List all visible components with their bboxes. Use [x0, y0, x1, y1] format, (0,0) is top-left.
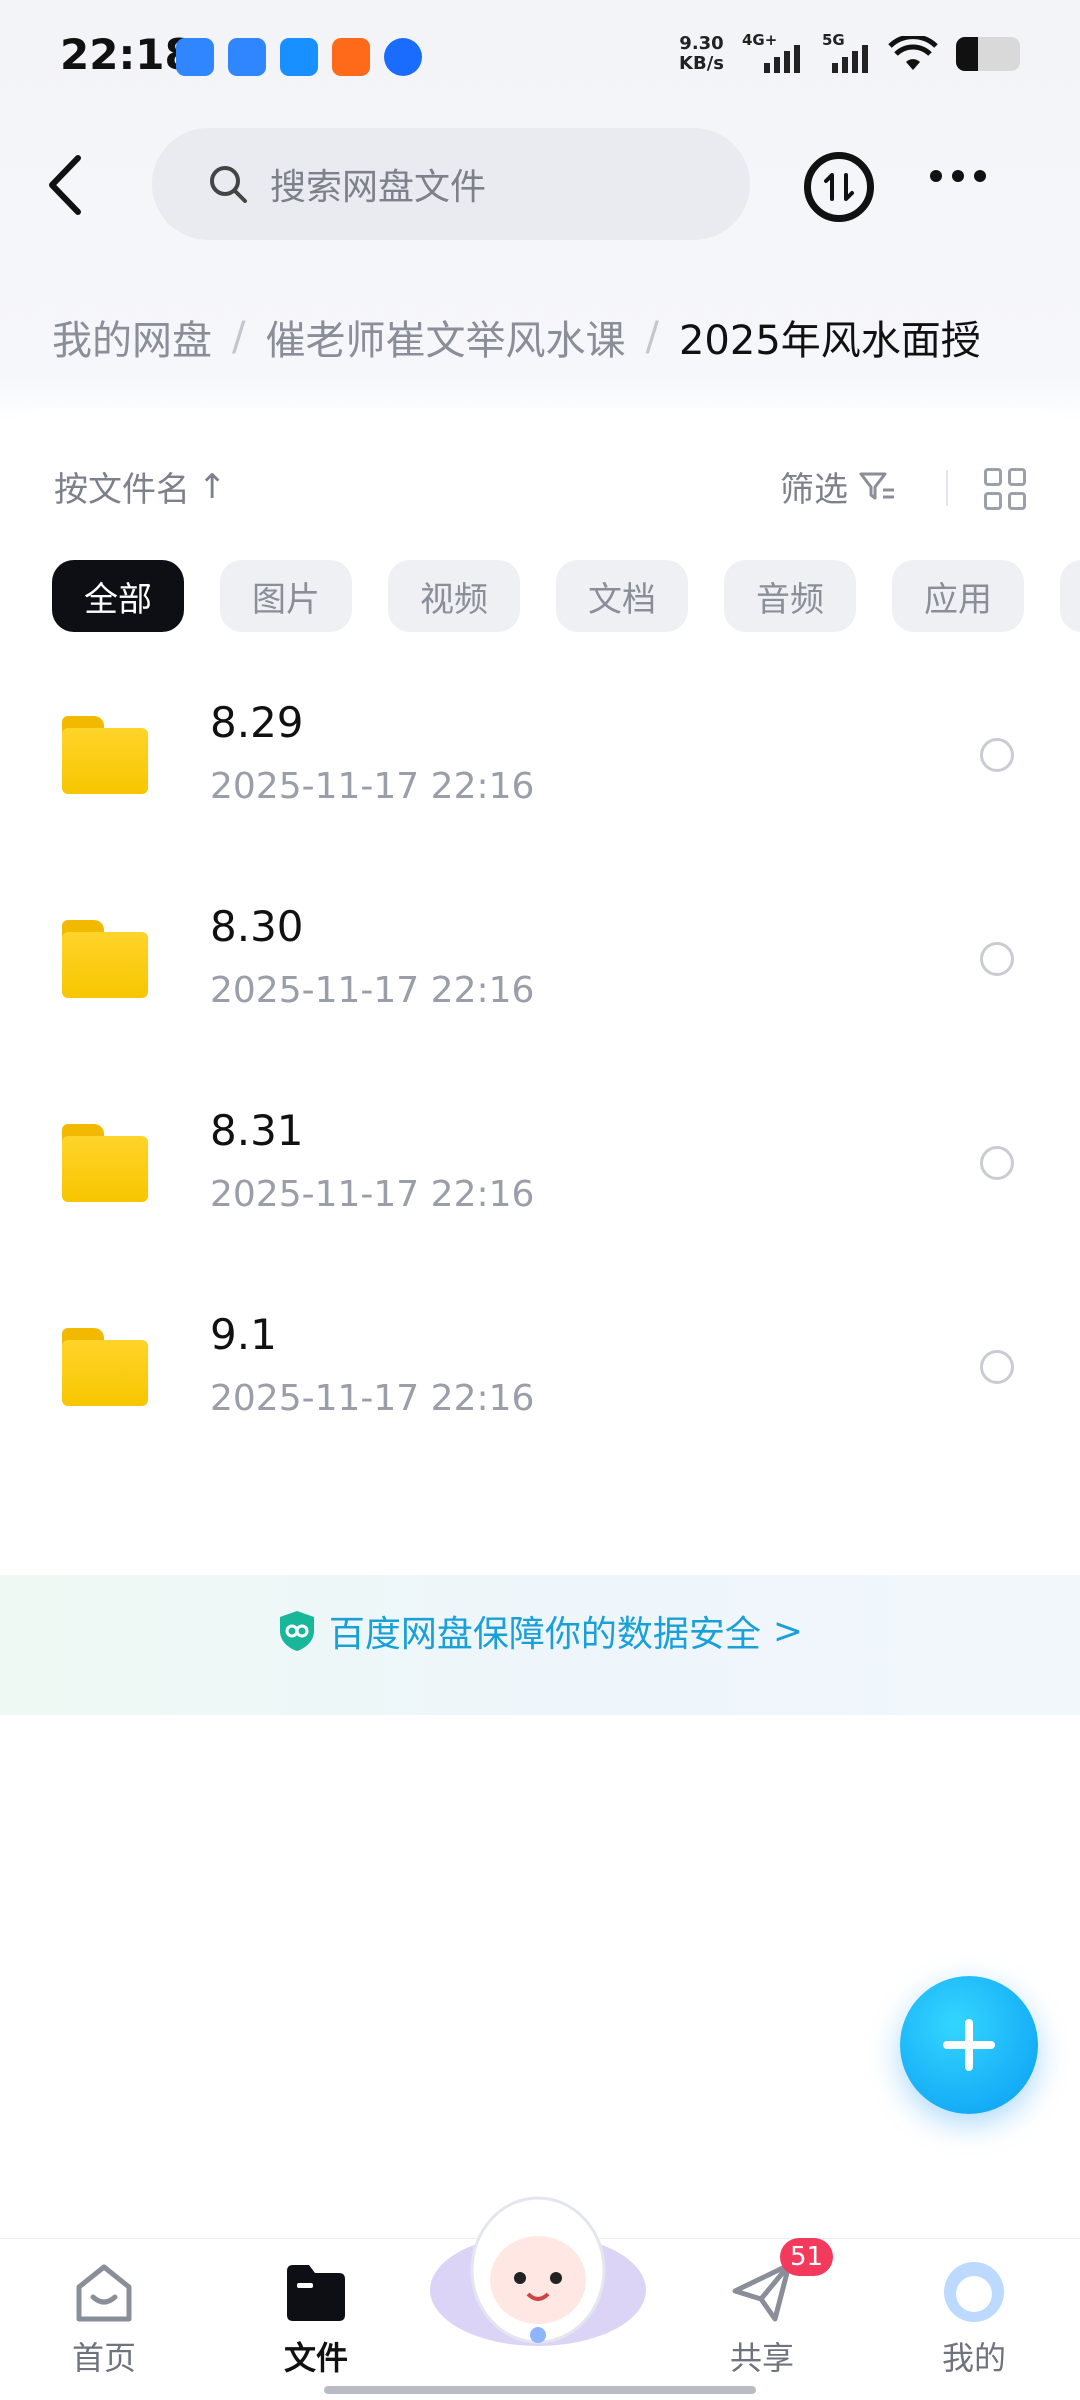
- file-name: 8.30: [210, 902, 304, 951]
- share-badge: 51: [780, 2238, 834, 2276]
- sort-arrow-icon: ↑: [198, 466, 227, 507]
- file-date: 2025-11-17 22:16: [210, 970, 535, 1011]
- file-date: 2025-11-17 22:16: [210, 766, 535, 807]
- filter-icon: [859, 472, 894, 499]
- network-speed: 9.30 KB/s: [679, 33, 724, 74]
- file-row[interactable]: 8.29 2025-11-17 22:16: [0, 680, 1080, 884]
- breadcrumb-separator: /: [232, 314, 246, 360]
- breadcrumb: 我的网盘 / 催老师崔文举风水课 / 2025年风水面授: [52, 308, 981, 366]
- select-radio[interactable]: [980, 942, 1014, 976]
- chip-documents[interactable]: 文档: [556, 560, 688, 632]
- search-input[interactable]: 搜索网盘文件: [152, 128, 750, 240]
- mascot-icon: [430, 2196, 646, 2346]
- security-text: 百度网盘保障你的数据安全: [328, 1614, 761, 1655]
- mascot-button[interactable]: [428, 2180, 648, 2350]
- nav-item-home[interactable]: 首页: [34, 2257, 174, 2379]
- folder-icon: [62, 1328, 148, 1406]
- file-row[interactable]: 8.30 2025-11-17 22:16: [0, 884, 1080, 1088]
- category-chips: 全部 图片 视频 文档 音频 应用: [52, 560, 1080, 632]
- security-banner[interactable]: 百度网盘保障你的数据安全 >: [0, 1605, 1080, 1657]
- filter-label: 筛选: [780, 470, 848, 510]
- file-row[interactable]: 9.1 2025-11-17 22:16: [0, 1292, 1080, 1496]
- folder-filled-icon: [281, 2257, 351, 2327]
- chip-all[interactable]: 全部: [52, 560, 184, 632]
- select-radio[interactable]: [980, 1146, 1014, 1180]
- sort-label: 按文件名: [54, 470, 190, 510]
- battery-icon: [956, 37, 1020, 71]
- circle-notification-icon: [384, 38, 422, 76]
- chip-more-partial[interactable]: [1060, 560, 1080, 632]
- chip-audio[interactable]: 音频: [724, 560, 856, 632]
- search-placeholder: 搜索网盘文件: [270, 167, 487, 208]
- wifi-icon: [888, 36, 938, 70]
- filter-button[interactable]: 筛选: [780, 462, 896, 511]
- file-name: 8.31: [210, 1106, 304, 1155]
- breadcrumb-current: 2025年风水面授: [678, 318, 981, 364]
- browser-notification-icon: [228, 38, 266, 76]
- folder-icon: [62, 920, 148, 998]
- shield-icon: [279, 1611, 314, 1651]
- phone-notification-icon: [332, 38, 370, 76]
- back-button[interactable]: [40, 150, 90, 220]
- nav-item-files[interactable]: 文件: [246, 2257, 386, 2379]
- status-time: 22:18: [60, 30, 194, 79]
- chip-videos[interactable]: 视频: [388, 560, 520, 632]
- chevron-right-icon: >: [772, 1610, 804, 1652]
- plus-icon: [943, 2019, 995, 2071]
- add-button[interactable]: [900, 1976, 1038, 2114]
- file-date: 2025-11-17 22:16: [210, 1174, 535, 1215]
- dot-icon: [952, 170, 964, 182]
- app-notification-icon: [176, 38, 214, 76]
- file-name: 8.29: [210, 698, 304, 747]
- select-radio[interactable]: [980, 738, 1014, 772]
- notification-icons: [176, 38, 422, 76]
- select-radio[interactable]: [980, 1350, 1014, 1384]
- grid-view-button[interactable]: [984, 468, 1026, 510]
- sort-button[interactable]: 按文件名 ↑: [54, 462, 227, 511]
- home-indicator: [324, 2386, 756, 2394]
- chip-apps[interactable]: 应用: [892, 560, 1024, 632]
- breadcrumb-item-my-drive[interactable]: 我的网盘: [52, 308, 212, 366]
- file-row[interactable]: 8.31 2025-11-17 22:16: [0, 1088, 1080, 1292]
- signal-5g-icon: 5G: [822, 31, 870, 73]
- status-bar: 22:18 9.30 KB/s 4G+ 5G: [0, 0, 1080, 110]
- avatar-icon: [939, 2257, 1009, 2327]
- folder-icon: [62, 1124, 148, 1202]
- up-down-arrows-icon: [824, 173, 854, 201]
- nav-item-profile[interactable]: 我的: [904, 2257, 1044, 2379]
- folder-icon: [62, 716, 148, 794]
- chip-images[interactable]: 图片: [220, 560, 352, 632]
- home-icon: [69, 2257, 139, 2327]
- file-list: 8.29 2025-11-17 22:16 8.30 2025-11-17 22…: [0, 680, 1080, 1496]
- more-options-button[interactable]: [930, 170, 986, 182]
- chat-notification-icon: [280, 38, 318, 76]
- file-name: 9.1: [210, 1310, 277, 1359]
- breadcrumb-separator: /: [645, 314, 659, 360]
- chevron-left-icon: [49, 155, 81, 215]
- toolbar-divider: [946, 470, 948, 506]
- dot-icon: [930, 170, 942, 182]
- breadcrumb-item-course[interactable]: 催老师崔文举风水课: [265, 308, 625, 366]
- transfer-button[interactable]: [804, 152, 874, 222]
- search-icon: [210, 166, 247, 203]
- signal-4g-icon: 4G+: [742, 31, 804, 73]
- dot-icon: [974, 170, 986, 182]
- file-date: 2025-11-17 22:16: [210, 1378, 535, 1419]
